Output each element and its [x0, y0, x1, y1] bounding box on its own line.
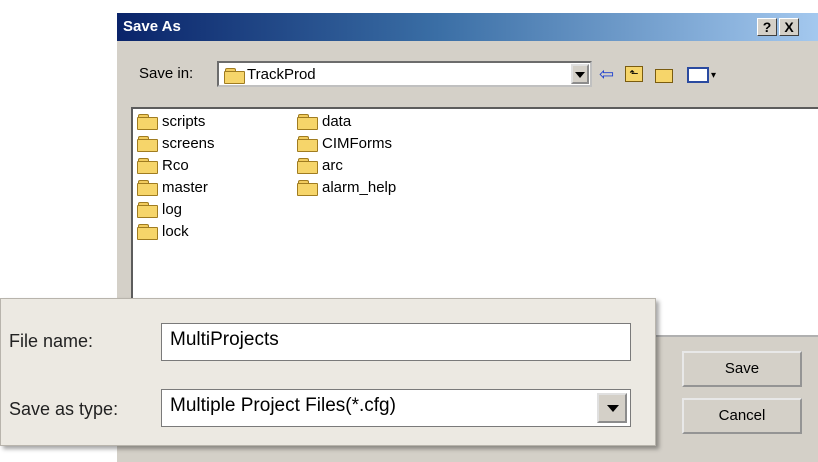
folder-icon	[137, 136, 159, 153]
file-name-input[interactable]: MultiProjects	[161, 323, 631, 361]
cancel-button[interactable]: Cancel	[682, 398, 802, 434]
view-menu-chevron-icon[interactable]: ▾	[711, 65, 716, 87]
save-in-dropdown[interactable]: TrackProd	[217, 61, 592, 87]
save-in-value: TrackProd	[247, 66, 316, 83]
folder-icon	[297, 114, 319, 131]
back-arrow-icon[interactable]: ⇦	[599, 63, 614, 85]
list-item[interactable]: scripts	[137, 111, 205, 133]
folder-icon	[137, 158, 159, 175]
folder-icon	[297, 158, 319, 175]
list-item[interactable]: arc	[297, 155, 343, 177]
save-as-type-value: Multiple Project Files(*.cfg)	[170, 395, 396, 416]
folder-icon	[137, 180, 159, 197]
folder-icon	[297, 180, 319, 197]
list-item[interactable]: Rco	[137, 155, 189, 177]
save-as-type-select[interactable]: Multiple Project Files(*.cfg)	[161, 389, 631, 427]
zoomed-file-panel: File name: MultiProjects Save as type: M…	[0, 298, 656, 446]
save-button[interactable]: Save	[682, 351, 802, 387]
list-item[interactable]: master	[137, 177, 208, 199]
folder-icon	[137, 114, 159, 131]
list-item[interactable]: CIMForms	[297, 133, 392, 155]
folder-icon	[224, 68, 246, 84]
folder-icon	[137, 202, 159, 219]
title-bar[interactable]: Save As ? X	[117, 13, 818, 41]
list-item[interactable]: alarm_help	[297, 177, 396, 199]
save-in-label: Save in:	[139, 65, 194, 82]
up-folder-icon[interactable]: ⬑	[625, 66, 643, 82]
dialog-title: Save As	[123, 18, 181, 35]
list-item[interactable]: lock	[137, 221, 189, 243]
folder-icon	[137, 224, 159, 241]
help-button[interactable]: ?	[757, 18, 777, 36]
file-name-value: MultiProjects	[170, 329, 279, 350]
chevron-down-icon[interactable]	[597, 393, 627, 423]
list-item[interactable]: data	[297, 111, 351, 133]
view-menu-icon[interactable]	[687, 67, 709, 83]
list-item[interactable]: screens	[137, 133, 215, 155]
close-button[interactable]: X	[779, 18, 799, 36]
new-folder-icon[interactable]	[655, 69, 673, 83]
save-as-type-label: Save as type:	[9, 399, 119, 419]
file-name-label: File name:	[9, 331, 94, 351]
list-item[interactable]: log	[137, 199, 182, 221]
chevron-down-icon[interactable]	[571, 64, 589, 84]
folder-icon	[297, 136, 319, 153]
